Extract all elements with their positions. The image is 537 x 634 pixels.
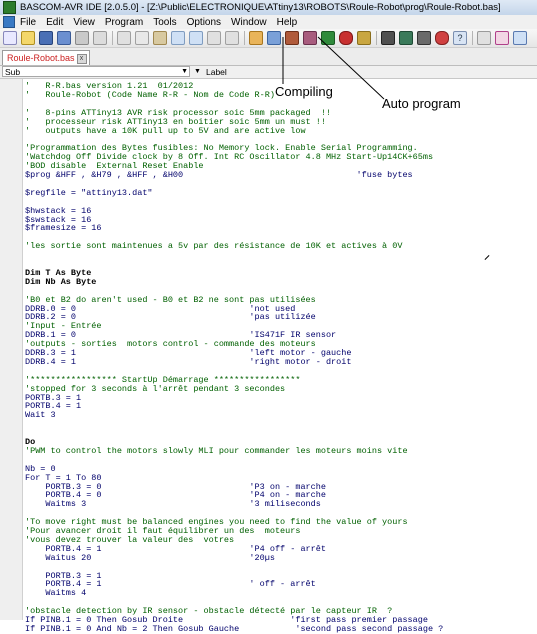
copy-icon[interactable] — [135, 31, 149, 45]
code-line: $regfile = "attiny13.dat" — [25, 187, 153, 198]
code-line: 'les sortie sont maintenues a 5v par des… — [25, 241, 403, 252]
menu-program[interactable]: Program — [100, 17, 148, 28]
sub-combo-value: Sub — [5, 67, 21, 77]
code-line: ' Roule-Robot (Code Name R-R - Nom de Co… — [25, 89, 275, 100]
sub-combo[interactable]: Sub ▼ — [2, 66, 190, 77]
check-syntax-icon[interactable] — [249, 31, 263, 45]
tab-bar: Roule-Robot.bas x — [0, 48, 537, 66]
menu-help[interactable]: Help — [272, 17, 303, 28]
simulate-icon[interactable] — [267, 31, 281, 45]
open-folder-icon[interactable] — [21, 31, 35, 45]
print-preview-icon[interactable] — [93, 31, 107, 45]
code-line: Waitus 20 '20µs — [25, 552, 275, 563]
print-icon[interactable] — [75, 31, 89, 45]
compile-program-icon[interactable] — [303, 31, 317, 45]
paste-icon[interactable] — [153, 31, 167, 45]
tab-label: Roule-Robot.bas — [7, 53, 75, 63]
toolbar-separator — [472, 31, 473, 45]
cut-icon[interactable] — [117, 31, 131, 45]
terminal-icon[interactable] — [357, 31, 371, 45]
new-file-icon[interactable] — [3, 31, 17, 45]
find-in-files-icon[interactable] — [477, 31, 491, 45]
document-icon[interactable] — [3, 16, 15, 28]
navigation-bar: Sub ▼ ▼ Label — [0, 66, 537, 79]
menu-file[interactable]: File — [15, 17, 41, 28]
code-line: If PINB.1 = 0 And Nb = 2 Then Gosub Gauc… — [25, 623, 444, 634]
help-index-icon[interactable] — [435, 31, 449, 45]
code-area[interactable]: ' R-R.bas version 1.21 01/2012 ' Roule-Ro… — [25, 79, 537, 634]
redo-icon[interactable] — [189, 31, 203, 45]
code-line: Waitms 4 — [25, 588, 87, 599]
menu-view[interactable]: View — [68, 17, 100, 28]
menu-window[interactable]: Window — [226, 17, 272, 28]
find-icon[interactable] — [207, 31, 221, 45]
undo-icon[interactable] — [171, 31, 185, 45]
code-line: Waitms 3 '3 miliseconds — [25, 499, 321, 510]
compiling-annotation: Compiling — [275, 84, 333, 99]
toolbar-separator — [112, 31, 113, 45]
code-line: DDRB.4 = 1 'right motor - droit — [25, 356, 352, 367]
replace-icon[interactable] — [225, 31, 239, 45]
pin-icon[interactable] — [495, 31, 509, 45]
code-line: $prog &HFF , &H79 , &HFF , &H00 'fuse by… — [25, 170, 413, 180]
code-editor[interactable]: ' R-R.bas version 1.21 01/2012 ' Roule-Ro… — [0, 79, 537, 634]
bascom-app-icon — [3, 1, 16, 14]
save-icon[interactable] — [39, 31, 53, 45]
menu-tools[interactable]: Tools — [148, 17, 181, 28]
chevron-down-icon[interactable]: ▼ — [194, 67, 201, 77]
compile-icon[interactable] — [285, 31, 299, 45]
lcd-designer-icon[interactable] — [399, 31, 413, 45]
zoom-icon[interactable] — [513, 31, 527, 45]
tab-roule-robot[interactable]: Roule-Robot.bas x — [2, 50, 90, 65]
code-line: Dim Nb As Byte — [25, 276, 97, 287]
program-chip-icon[interactable] — [321, 31, 335, 45]
code-line: 'PWM to control the motors slowly MLI po… — [25, 445, 408, 456]
editor-gutter — [0, 79, 23, 620]
help-icon[interactable]: ? — [453, 31, 467, 45]
save-all-icon[interactable] — [57, 31, 71, 45]
code-line: $framesize = 16 — [25, 223, 102, 234]
toolbar-separator — [244, 31, 245, 45]
menu-bar: File Edit View Program Tools Options Win… — [0, 15, 537, 29]
code-line: Wait 3 — [25, 410, 56, 421]
toolbar-separator — [376, 31, 377, 45]
code-line: ' outputs have a 10K pull up to 5V and a… — [25, 125, 306, 136]
menu-edit[interactable]: Edit — [41, 17, 68, 28]
label-combo[interactable]: Label — [206, 66, 227, 78]
close-tab-icon[interactable]: x — [76, 54, 87, 64]
title-bar: BASCOM-AVR IDE [2.0.5.0] - [Z:\Public\EL… — [0, 0, 537, 16]
auto-program-annotation: Auto program — [382, 96, 461, 111]
window-title: BASCOM-AVR IDE [2.0.5.0] - [Z:\Public\EL… — [20, 2, 501, 13]
toolbar: ? — [0, 29, 537, 48]
chip-icon[interactable] — [381, 31, 395, 45]
stop-icon[interactable] — [339, 31, 353, 45]
chip-info-icon[interactable] — [417, 31, 431, 45]
chevron-down-icon[interactable]: ▼ — [181, 68, 188, 76]
menu-options[interactable]: Options — [182, 17, 226, 28]
